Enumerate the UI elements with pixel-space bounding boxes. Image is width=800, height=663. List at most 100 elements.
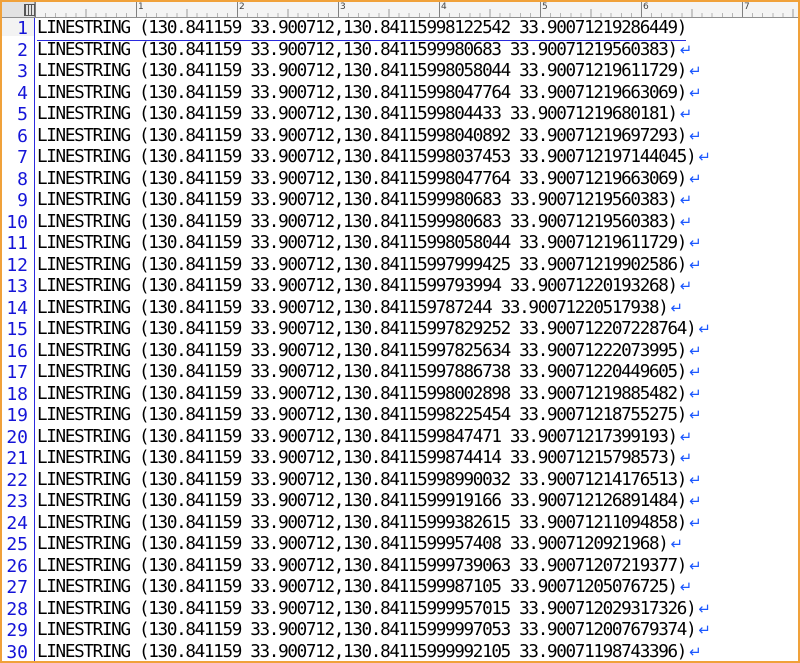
text-line[interactable]: LINESTRING (130.841159 33.900712,130.841… (37, 556, 702, 578)
line-break-icon: ↵ (679, 449, 693, 467)
line-number: 10 (6, 211, 28, 233)
line-text: LINESTRING (130.841159 33.900712,130.841… (37, 362, 687, 382)
line-number: 2 (17, 39, 28, 61)
line-break-icon: ↵ (689, 556, 702, 575)
line-text: LINESTRING (130.841159 33.900712,130.841… (37, 147, 697, 167)
line-number: 16 (6, 340, 28, 362)
text-line[interactable]: LINESTRING (130.841159 33.900712,130.841… (37, 405, 702, 427)
line-number: 14 (6, 297, 28, 319)
line-number: 29 (6, 620, 28, 641)
line-number: 15 (6, 319, 28, 340)
line-text: LINESTRING (130.841159 33.900712,130.841… (37, 512, 687, 533)
text-line[interactable]: LINESTRING (130.841159 33.900712,130.841… (37, 448, 692, 470)
line-text: LINESTRING (130.841159 33.900712,130.841… (37, 340, 687, 361)
line-number: 8 (17, 168, 28, 190)
text-editor-window: 1234567 1 2 3 4 5 6 7 8 9 10 11 12 13 14 15 16 17 18 19 20 2… (0, 0, 800, 663)
text-line[interactable]: LINESTRING (130.841159 33.900712,130.841… (37, 470, 702, 492)
text-line[interactable]: LINESTRING (130.841159 33.900712,130.841… (37, 126, 702, 148)
text-line[interactable]: LINESTRING (130.841159 33.900712,130.841… (37, 620, 711, 642)
line-text: LINESTRING (130.841159 33.900712,130.841… (37, 534, 669, 554)
line-break-icon: ↵ (689, 384, 702, 403)
text-area[interactable]: LINESTRING (130.841159 33.900712,130.841… (36, 18, 798, 662)
text-line[interactable]: LINESTRING (130.841159 33.900712,130.841… (37, 491, 702, 513)
text-line[interactable]: LINESTRING (130.841159 33.900712,130.841… (37, 83, 702, 105)
line-text: LINESTRING (130.841159 33.900712,130.841… (37, 168, 687, 189)
line-text: LINESTRING (130.841159 33.900712,130.841… (37, 641, 687, 662)
line-number: 3 (17, 61, 28, 82)
ruler-corner (2, 2, 36, 17)
line-number: 5 (17, 104, 28, 125)
line-number: 26 (6, 555, 28, 577)
line-number: 12 (6, 254, 28, 276)
line-break-icon: ↵ (689, 470, 702, 489)
line-number: 6 (17, 125, 28, 147)
line-break-icon: ↵ (698, 621, 711, 639)
line-text: LINESTRING (130.841159 33.900712,130.841… (37, 405, 687, 425)
line-number: 21 (6, 448, 28, 469)
line-number: 28 (6, 598, 28, 620)
line-break-icon: ↵ (679, 212, 693, 231)
text-line[interactable]: LINESTRING (130.841159 33.900712,130.841… (37, 427, 692, 449)
ruler-mark-6: 6 (643, 2, 649, 12)
line-number: 23 (6, 491, 28, 512)
text-line[interactable]: LINESTRING (130.841159 33.900712,130.841… (37, 513, 702, 535)
text-line[interactable]: LINESTRING (130.841159 33.900712,130.841… (37, 190, 692, 212)
line-text: LINESTRING (130.841159 33.900712,130.841… (37, 254, 687, 275)
line-text: LINESTRING (130.841159 33.900712,130.841… (37, 319, 697, 339)
line-text: LINESTRING (130.841159 33.900712,130.841… (37, 383, 687, 404)
line-text: LINESTRING (130.841159 33.900712,130.841… (37, 297, 669, 318)
text-line[interactable]: LINESTRING (130.841159 33.900712,130.841… (37, 61, 702, 83)
ruler-mark-1: 1 (138, 2, 144, 12)
line-number: 13 (6, 276, 28, 297)
line-text: LINESTRING (130.841159 33.900712,130.841… (37, 39, 678, 60)
line-text: LINESTRING (130.841159 33.900712,130.841… (37, 577, 678, 597)
ruler-mark-7: 7 (744, 2, 750, 12)
line-text: LINESTRING (130.841159 33.900712,130.841… (37, 555, 687, 576)
text-line[interactable]: LINESTRING (130.841159 33.900712,130.841… (37, 169, 702, 191)
line-break-icon: ↵ (679, 578, 693, 596)
ruler-mark-3: 3 (340, 2, 346, 12)
line-text: LINESTRING (130.841159 33.900712,130.841… (37, 426, 678, 447)
line-text: LINESTRING (130.841159 33.900712,130.841… (37, 469, 687, 490)
line-number: 7 (17, 147, 28, 168)
text-line[interactable]: LINESTRING (130.841159 33.900712,130.841… (37, 384, 702, 406)
line-break-icon: ↵ (679, 277, 693, 295)
line-break-icon: ↵ (689, 341, 702, 360)
line-break-icon: ↵ (689, 513, 702, 532)
line-break-icon: ↵ (689, 62, 702, 80)
line-break-icon: ↵ (689, 234, 702, 252)
line-break-icon: ↵ (698, 320, 711, 338)
text-line[interactable]: LINESTRING (130.841159 33.900712,130.841… (37, 319, 711, 341)
text-line[interactable]: LINESTRING (130.841159 33.900712,130.841… (37, 577, 692, 599)
text-line[interactable]: LINESTRING (130.841159 33.900712,130.841… (37, 298, 683, 320)
line-break-icon: ↵ (689, 126, 702, 145)
text-line[interactable]: LINESTRING (130.841159 33.900712,130.841… (37, 341, 702, 363)
column-ruler: 1 2 3 4 5 6 7 (2, 2, 798, 18)
line-text: LINESTRING (130.841159 33.900712,130.841… (37, 82, 687, 103)
line-text: LINESTRING (130.841159 33.900712,130.841… (37, 125, 687, 146)
text-line[interactable]: LINESTRING (130.841159 33.900712,130.841… (37, 233, 702, 255)
text-line[interactable]: LINESTRING (130.841159 33.900712,130.841… (37, 212, 692, 234)
text-line[interactable]: LINESTRING (130.841159 33.900712,130.841… (37, 255, 702, 277)
text-line[interactable]: LINESTRING (130.841159 33.900712,130.841… (37, 40, 692, 62)
line-break-icon: ↵ (698, 599, 711, 618)
line-text: LINESTRING (130.841159 33.900712,130.841… (37, 18, 687, 38)
text-line[interactable]: LINESTRING (130.841159 33.900712,130.841… (37, 147, 711, 169)
line-break-icon: ↵ (689, 363, 702, 381)
line-text: LINESTRING (130.841159 33.900712,130.841… (37, 620, 697, 640)
line-text: LINESTRING (130.841159 33.900712,130.841… (37, 233, 687, 253)
line-break-icon: ↵ (670, 535, 684, 553)
text-line[interactable]: LINESTRING (130.841159 33.900712,130.841… (37, 534, 683, 556)
text-line[interactable]: LINESTRING (130.841159 33.900712,130.841… (37, 276, 692, 298)
text-line[interactable]: LINESTRING (130.841159 33.900712,130.841… (37, 599, 711, 621)
line-number: 20 (6, 426, 28, 448)
text-line[interactable]: LINESTRING (130.841159 33.900712,130.841… (37, 641, 702, 662)
line-number: 25 (6, 534, 28, 555)
line-text: LINESTRING (130.841159 33.900712,130.841… (37, 211, 678, 232)
line-text: LINESTRING (130.841159 33.900712,130.841… (37, 598, 697, 619)
line-number: 18 (6, 383, 28, 405)
ruler-mark-4: 4 (441, 2, 447, 12)
text-line[interactable]: LINESTRING (130.841159 33.900712,130.841… (37, 362, 702, 384)
text-line[interactable]: LINESTRING (130.841159 33.900712,130.841… (37, 104, 692, 126)
text-line[interactable]: LINESTRING (130.841159 33.900712,130.841… (37, 18, 687, 41)
